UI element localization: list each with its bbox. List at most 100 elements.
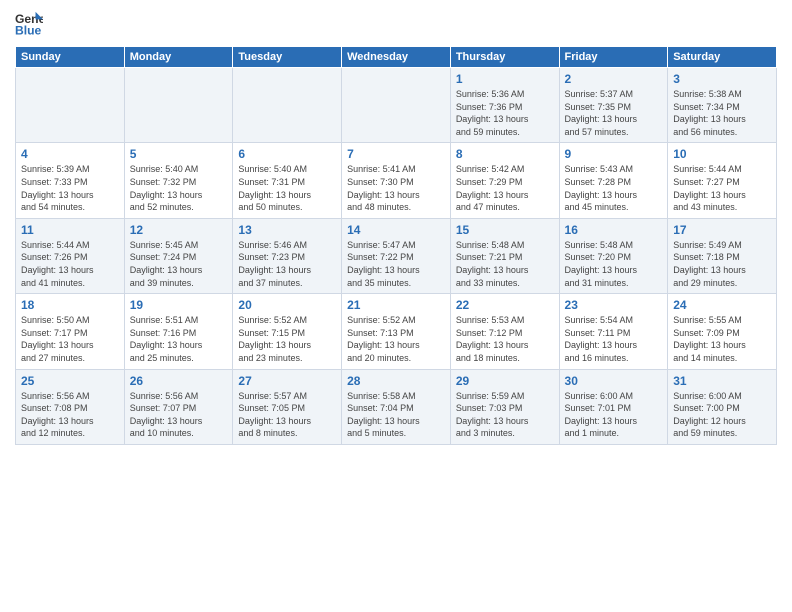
day-number: 8 <box>456 147 554 161</box>
day-number: 25 <box>21 374 119 388</box>
day-info: Sunrise: 5:49 AM Sunset: 7:18 PM Dayligh… <box>673 239 771 289</box>
calendar-cell: 9 Sunrise: 5:43 AM Sunset: 7:28 PM Daylig… <box>559 143 668 218</box>
logo: General Blue <box>15 10 43 38</box>
day-number: 1 <box>456 72 554 86</box>
day-info: Sunrise: 5:45 AM Sunset: 7:24 PM Dayligh… <box>130 239 228 289</box>
calendar-cell <box>124 68 233 143</box>
day-number: 27 <box>238 374 336 388</box>
day-info: Sunrise: 5:47 AM Sunset: 7:22 PM Dayligh… <box>347 239 445 289</box>
calendar-cell: 24 Sunrise: 5:55 AM Sunset: 7:09 PM Dayli… <box>668 294 777 369</box>
day-number: 19 <box>130 298 228 312</box>
weekday-header-friday: Friday <box>559 47 668 68</box>
day-number: 14 <box>347 223 445 237</box>
day-number: 15 <box>456 223 554 237</box>
day-info: Sunrise: 5:50 AM Sunset: 7:17 PM Dayligh… <box>21 314 119 364</box>
calendar-cell: 26 Sunrise: 5:56 AM Sunset: 7:07 PM Dayli… <box>124 369 233 444</box>
calendar-week-row: 18Sunrise: 5:50 AM Sunset: 7:17 PM Dayli… <box>16 294 777 369</box>
day-number: 26 <box>130 374 228 388</box>
calendar-cell: 28 Sunrise: 5:58 AM Sunset: 7:04 PM Dayli… <box>342 369 451 444</box>
calendar-cell: 7Sunrise: 5:41 AM Sunset: 7:30 PM Daylig… <box>342 143 451 218</box>
day-info: Sunrise: 5:43 AM Sunset: 7:28 PM Dayligh… <box>565 163 663 213</box>
calendar-week-row: 11 Sunrise: 5:44 AM Sunset: 7:26 PM Dayli… <box>16 218 777 293</box>
day-number: 22 <box>456 298 554 312</box>
day-number: 12 <box>130 223 228 237</box>
calendar-cell <box>16 68 125 143</box>
day-info: Sunrise: 5:58 AM Sunset: 7:04 PM Dayligh… <box>347 390 445 440</box>
day-info: Sunrise: 6:00 AM Sunset: 7:01 PM Dayligh… <box>565 390 663 440</box>
day-number: 16 <box>565 223 663 237</box>
day-number: 28 <box>347 374 445 388</box>
calendar-cell: 3Sunrise: 5:38 AM Sunset: 7:34 PM Daylig… <box>668 68 777 143</box>
day-number: 11 <box>21 223 119 237</box>
day-number: 17 <box>673 223 771 237</box>
calendar-cell: 8 Sunrise: 5:42 AM Sunset: 7:29 PM Daylig… <box>450 143 559 218</box>
day-number: 23 <box>565 298 663 312</box>
day-info: Sunrise: 5:46 AM Sunset: 7:23 PM Dayligh… <box>238 239 336 289</box>
day-info: Sunrise: 5:40 AM Sunset: 7:31 PM Dayligh… <box>238 163 336 213</box>
calendar-cell: 1 Sunrise: 5:36 AM Sunset: 7:36 PM Daylig… <box>450 68 559 143</box>
weekday-header-monday: Monday <box>124 47 233 68</box>
calendar-cell: 6 Sunrise: 5:40 AM Sunset: 7:31 PM Daylig… <box>233 143 342 218</box>
calendar-cell: 12 Sunrise: 5:45 AM Sunset: 7:24 PM Dayli… <box>124 218 233 293</box>
calendar-cell: 13 Sunrise: 5:46 AM Sunset: 7:23 PM Dayli… <box>233 218 342 293</box>
calendar-table: SundayMondayTuesdayWednesdayThursdayFrid… <box>15 46 777 445</box>
calendar-cell: 10 Sunrise: 5:44 AM Sunset: 7:27 PM Dayli… <box>668 143 777 218</box>
day-number: 31 <box>673 374 771 388</box>
day-number: 20 <box>238 298 336 312</box>
calendar-cell: 23 Sunrise: 5:54 AM Sunset: 7:11 PM Dayli… <box>559 294 668 369</box>
calendar-cell: 25 Sunrise: 5:56 AM Sunset: 7:08 PM Dayli… <box>16 369 125 444</box>
day-info: Sunrise: 5:37 AM Sunset: 7:35 PM Dayligh… <box>565 88 663 138</box>
day-info: Sunrise: 5:41 AM Sunset: 7:30 PM Dayligh… <box>347 163 445 213</box>
day-number: 5 <box>130 147 228 161</box>
calendar-cell: 20 Sunrise: 5:52 AM Sunset: 7:15 PM Dayli… <box>233 294 342 369</box>
day-number: 9 <box>565 147 663 161</box>
weekday-header-tuesday: Tuesday <box>233 47 342 68</box>
day-info: Sunrise: 5:57 AM Sunset: 7:05 PM Dayligh… <box>238 390 336 440</box>
calendar-cell: 16 Sunrise: 5:48 AM Sunset: 7:20 PM Dayli… <box>559 218 668 293</box>
day-info: Sunrise: 5:42 AM Sunset: 7:29 PM Dayligh… <box>456 163 554 213</box>
calendar-cell <box>342 68 451 143</box>
calendar-cell: 21Sunrise: 5:52 AM Sunset: 7:13 PM Dayli… <box>342 294 451 369</box>
logo-icon: General Blue <box>15 10 43 38</box>
day-info: Sunrise: 5:56 AM Sunset: 7:08 PM Dayligh… <box>21 390 119 440</box>
day-info: Sunrise: 6:00 AM Sunset: 7:00 PM Dayligh… <box>673 390 771 440</box>
calendar-cell: 15 Sunrise: 5:48 AM Sunset: 7:21 PM Dayli… <box>450 218 559 293</box>
day-info: Sunrise: 5:48 AM Sunset: 7:21 PM Dayligh… <box>456 239 554 289</box>
day-number: 29 <box>456 374 554 388</box>
day-number: 10 <box>673 147 771 161</box>
day-number: 3 <box>673 72 771 86</box>
calendar-cell: 18Sunrise: 5:50 AM Sunset: 7:17 PM Dayli… <box>16 294 125 369</box>
calendar-cell: 14 Sunrise: 5:47 AM Sunset: 7:22 PM Dayli… <box>342 218 451 293</box>
day-number: 13 <box>238 223 336 237</box>
day-number: 30 <box>565 374 663 388</box>
day-info: Sunrise: 5:44 AM Sunset: 7:27 PM Dayligh… <box>673 163 771 213</box>
calendar-cell: 27 Sunrise: 5:57 AM Sunset: 7:05 PM Dayli… <box>233 369 342 444</box>
calendar-cell: 11 Sunrise: 5:44 AM Sunset: 7:26 PM Dayli… <box>16 218 125 293</box>
day-info: Sunrise: 5:52 AM Sunset: 7:15 PM Dayligh… <box>238 314 336 364</box>
day-info: Sunrise: 5:48 AM Sunset: 7:20 PM Dayligh… <box>565 239 663 289</box>
weekday-header-thursday: Thursday <box>450 47 559 68</box>
weekday-header-wednesday: Wednesday <box>342 47 451 68</box>
day-info: Sunrise: 5:36 AM Sunset: 7:36 PM Dayligh… <box>456 88 554 138</box>
calendar-cell: 29 Sunrise: 5:59 AM Sunset: 7:03 PM Dayli… <box>450 369 559 444</box>
weekday-header-row: SundayMondayTuesdayWednesdayThursdayFrid… <box>16 47 777 68</box>
weekday-header-sunday: Sunday <box>16 47 125 68</box>
calendar-cell: 31 Sunrise: 6:00 AM Sunset: 7:00 PM Dayli… <box>668 369 777 444</box>
calendar-cell: 4Sunrise: 5:39 AM Sunset: 7:33 PM Daylig… <box>16 143 125 218</box>
day-info: Sunrise: 5:53 AM Sunset: 7:12 PM Dayligh… <box>456 314 554 364</box>
day-number: 6 <box>238 147 336 161</box>
svg-text:Blue: Blue <box>15 23 42 37</box>
day-info: Sunrise: 5:55 AM Sunset: 7:09 PM Dayligh… <box>673 314 771 364</box>
day-info: Sunrise: 5:59 AM Sunset: 7:03 PM Dayligh… <box>456 390 554 440</box>
day-number: 21 <box>347 298 445 312</box>
day-info: Sunrise: 5:44 AM Sunset: 7:26 PM Dayligh… <box>21 239 119 289</box>
calendar-cell: 17 Sunrise: 5:49 AM Sunset: 7:18 PM Dayli… <box>668 218 777 293</box>
day-info: Sunrise: 5:54 AM Sunset: 7:11 PM Dayligh… <box>565 314 663 364</box>
day-number: 24 <box>673 298 771 312</box>
day-number: 2 <box>565 72 663 86</box>
calendar-cell: 30 Sunrise: 6:00 AM Sunset: 7:01 PM Dayli… <box>559 369 668 444</box>
day-info: Sunrise: 5:56 AM Sunset: 7:07 PM Dayligh… <box>130 390 228 440</box>
day-number: 4 <box>21 147 119 161</box>
weekday-header-saturday: Saturday <box>668 47 777 68</box>
day-info: Sunrise: 5:40 AM Sunset: 7:32 PM Dayligh… <box>130 163 228 213</box>
